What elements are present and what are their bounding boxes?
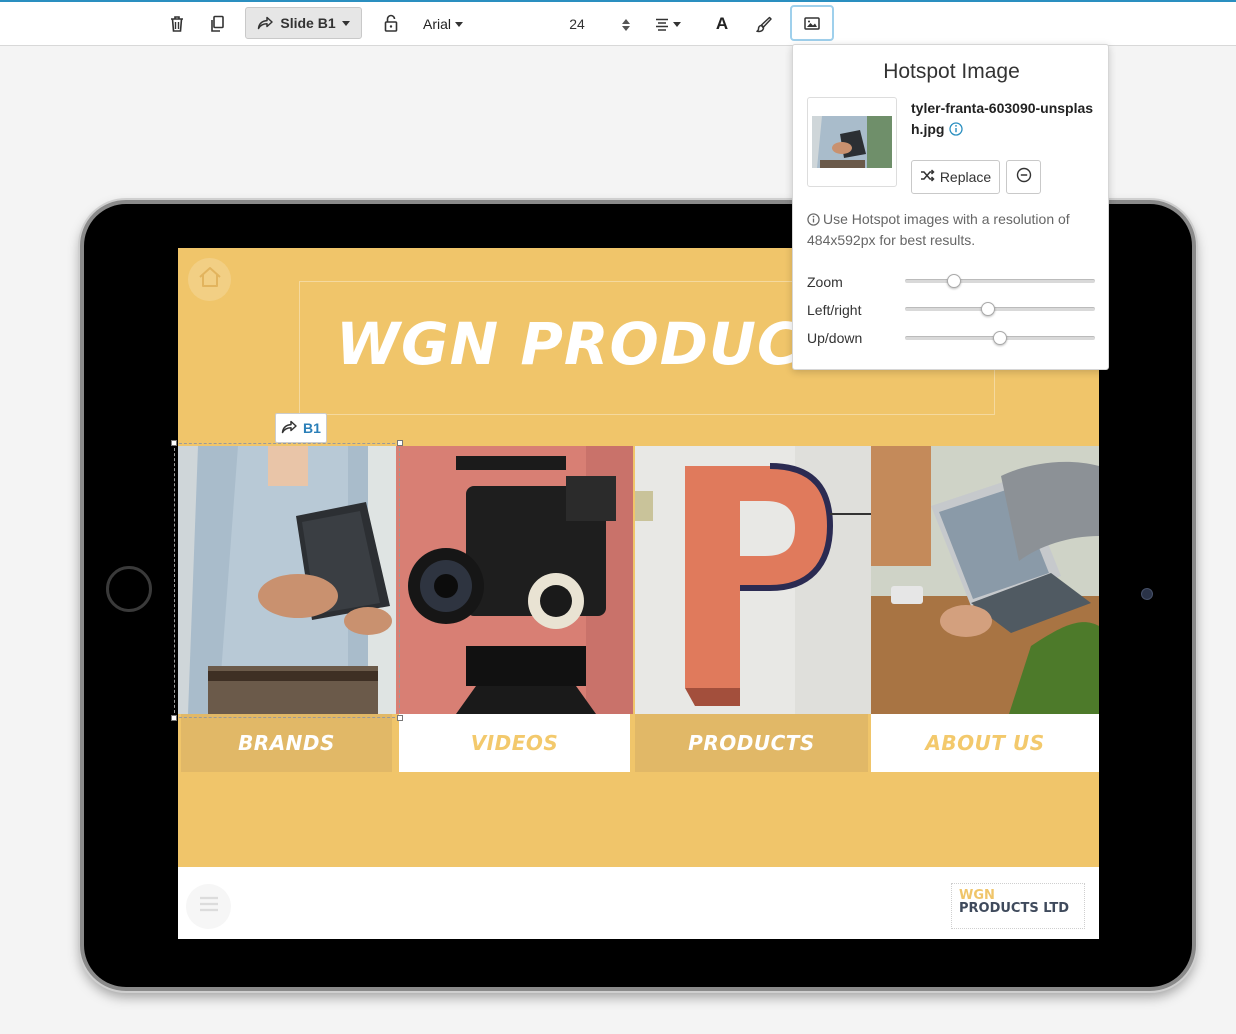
tile-label-videos[interactable]: VIDEOS	[399, 714, 630, 772]
zoom-slider[interactable]	[905, 274, 1095, 288]
text-align-dropdown[interactable]	[652, 13, 684, 35]
image-file-name: tyler-franta-603090-unsplash.jpg	[911, 98, 1101, 140]
align-icon	[655, 18, 669, 31]
unlock-icon[interactable]	[382, 12, 400, 34]
editor-toolbar: Slide B1 Arial 24 A	[0, 2, 1236, 46]
left-right-label: Left/right	[807, 302, 862, 318]
decrement-icon[interactable]	[622, 26, 630, 31]
increment-icon[interactable]	[622, 19, 630, 24]
link-arrow-icon	[257, 16, 274, 30]
chevron-down-icon	[341, 20, 350, 26]
font-size-value: 24	[569, 16, 585, 32]
home-button[interactable]	[188, 258, 231, 301]
slide-footer: WGN PRODUCTS LTD	[178, 867, 1099, 939]
up-down-slider-knob[interactable]	[993, 331, 1007, 345]
font-size-stepper[interactable]	[620, 14, 632, 36]
up-down-slider[interactable]	[905, 331, 1095, 345]
hotspot-link-label: B1	[303, 420, 321, 436]
text-color-button[interactable]: A	[711, 12, 733, 36]
slide-link-label: Slide B1	[280, 15, 336, 31]
trash-icon[interactable]	[168, 13, 186, 35]
font-family-select[interactable]: Arial	[423, 12, 464, 36]
tablet-camera	[1141, 588, 1153, 600]
zoom-slider-knob[interactable]	[947, 274, 962, 288]
tile-image-videos[interactable]	[396, 446, 633, 714]
tile-label-products[interactable]: PRODUCTS	[635, 714, 868, 772]
tile-image-about-us[interactable]	[871, 446, 1099, 714]
font-family-value: Arial	[423, 16, 452, 32]
resolution-hint-text: Use Hotspot images with a resolution of …	[807, 211, 1070, 248]
shuffle-icon	[920, 169, 935, 185]
hotspot-link-badge[interactable]: B1	[275, 413, 327, 443]
resize-handle-top-left[interactable]	[171, 440, 177, 446]
hamburger-icon	[199, 896, 219, 917]
duplicate-icon[interactable]	[208, 13, 226, 35]
hotspot-selection-outline[interactable]	[174, 443, 400, 718]
resize-handle-top-right[interactable]	[397, 440, 403, 446]
left-right-slider[interactable]	[905, 302, 1095, 316]
hotspot-image-popover: Hotspot Image tyler-franta-603090-unspla…	[792, 44, 1109, 370]
remove-image-button[interactable]	[1006, 160, 1041, 194]
zoom-label: Zoom	[807, 274, 843, 290]
replace-label: Replace	[939, 169, 992, 185]
image-thumbnail	[807, 97, 897, 187]
font-size-input[interactable]: 24	[562, 12, 592, 36]
chevron-down-icon	[673, 21, 681, 27]
tile-label-brands[interactable]: BRANDS	[181, 714, 392, 772]
logo-line-2: PRODUCTS LTD	[959, 901, 1070, 916]
resolution-hint: Use Hotspot images with a resolution of …	[807, 209, 1097, 251]
home-icon	[197, 265, 223, 294]
text-color-glyph: A	[715, 14, 729, 33]
resize-handle-bottom-left[interactable]	[171, 715, 177, 721]
left-right-slider-knob[interactable]	[980, 302, 995, 316]
chevron-down-icon	[455, 21, 464, 27]
image-file-name-text: tyler-franta-603090-unsplash.jpg	[911, 100, 1094, 137]
slide-link-dropdown[interactable]: Slide B1	[245, 7, 362, 39]
image-icon	[804, 16, 820, 30]
info-icon[interactable]	[949, 122, 964, 136]
replace-image-button[interactable]: Replace	[911, 160, 1000, 194]
tile-label-about-us[interactable]: ABOUT US	[871, 714, 1099, 772]
company-logo[interactable]: WGN PRODUCTS LTD	[951, 883, 1085, 929]
tile-image-products[interactable]	[635, 446, 871, 714]
minus-circle-icon	[1016, 167, 1032, 188]
popover-title: Hotspot Image	[883, 60, 1020, 83]
resize-handle-bottom-right[interactable]	[397, 715, 403, 721]
brush-icon[interactable]	[753, 12, 775, 36]
link-arrow-icon	[281, 420, 298, 437]
up-down-label: Up/down	[807, 330, 863, 346]
tablet-home-button	[106, 566, 152, 612]
menu-button[interactable]	[186, 884, 231, 929]
hotspot-image-button[interactable]	[790, 5, 834, 41]
info-icon	[807, 213, 820, 226]
